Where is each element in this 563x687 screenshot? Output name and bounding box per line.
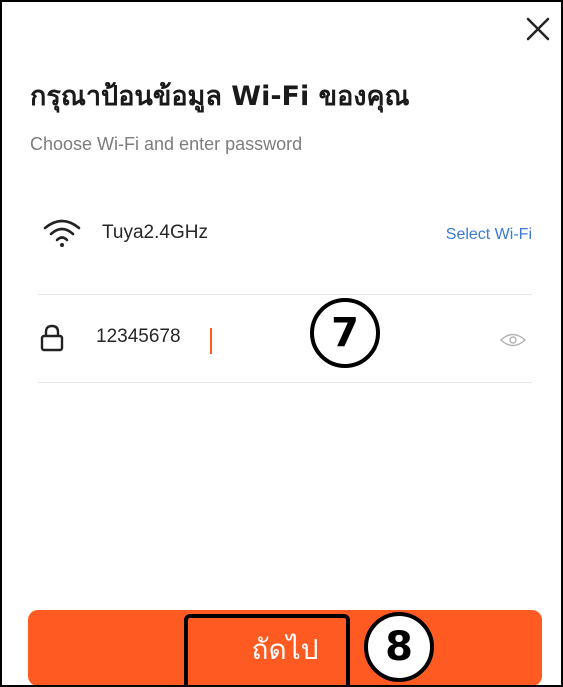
page-subtitle: Choose Wi-Fi and enter password	[30, 134, 303, 154]
close-button[interactable]	[525, 16, 551, 42]
step-8-badge: 8	[364, 612, 434, 682]
lock-icon	[40, 324, 64, 352]
wifi-divider	[38, 294, 532, 295]
wifi-network-row[interactable]: Tuya2.4GHz Select Wi-Fi	[38, 212, 532, 262]
close-icon	[526, 17, 550, 41]
wifi-icon	[43, 219, 81, 247]
text-cursor	[210, 328, 212, 354]
select-wifi-link[interactable]: Select Wi-Fi	[446, 226, 532, 244]
wifi-ssid: Tuya2.4GHz	[102, 222, 208, 243]
step-7-badge: 7	[310, 298, 380, 368]
next-highlight-box	[184, 614, 350, 685]
password-divider	[38, 382, 532, 383]
step-7-number: 7	[331, 310, 359, 356]
eye-icon[interactable]	[500, 332, 526, 348]
step-8-number: 8	[385, 624, 413, 670]
password-row	[38, 314, 532, 368]
page-title: กรุณาป้อนข้อมูล Wi-Fi ของคุณ	[30, 81, 410, 112]
wifi-setup-dialog: กรุณาป้อนข้อมูล Wi-Fi ของคุณ Choose Wi-F…	[0, 0, 563, 687]
